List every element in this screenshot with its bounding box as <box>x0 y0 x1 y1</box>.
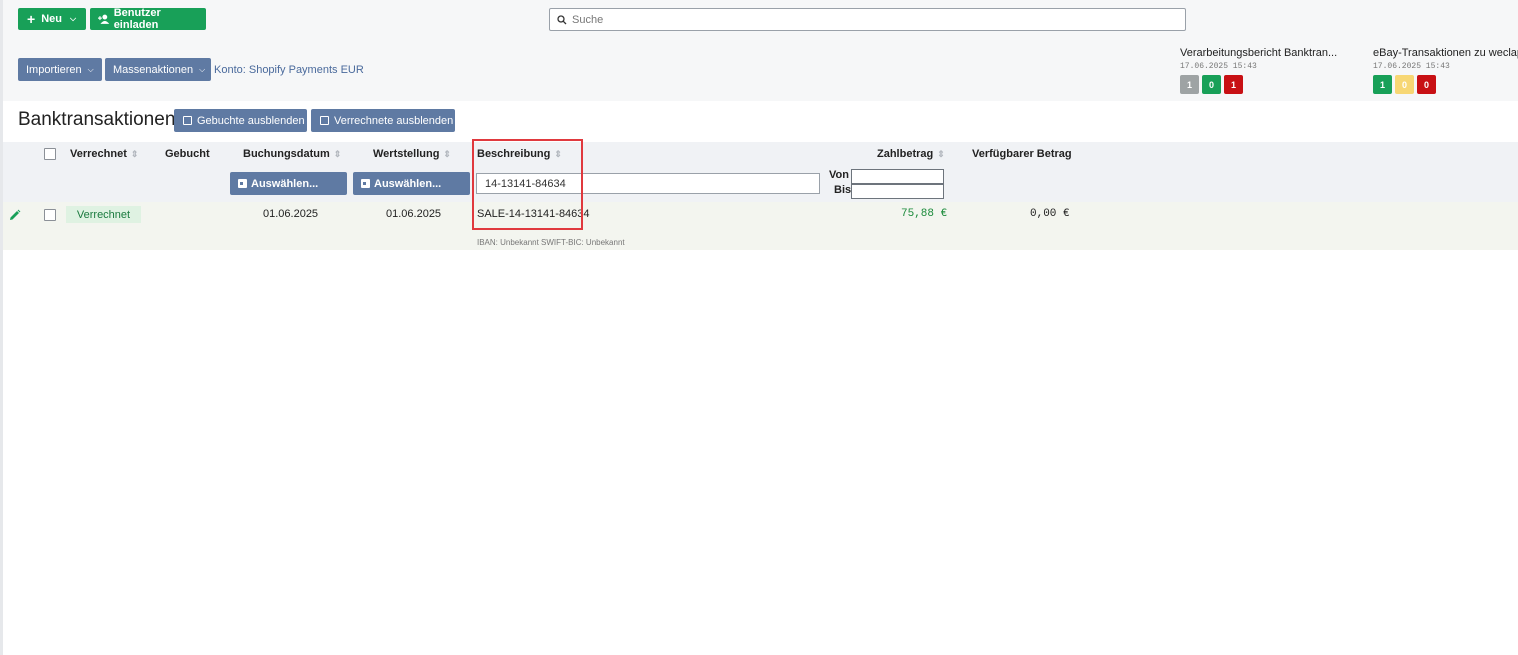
count-badge-success[interactable]: 0 <box>1202 75 1221 94</box>
report-title: eBay-Transaktionen zu weclapp <box>1373 47 1518 59</box>
iban-info: IBAN: Unbekannt SWIFT-BIC: Unbekannt <box>477 238 625 247</box>
sort-icon: ⇕ <box>333 149 342 159</box>
mass-actions-button[interactable]: Massenaktionen ⌵ <box>105 58 211 81</box>
hide-booked-button[interactable]: Gebuchte ausblenden <box>174 109 307 132</box>
count-badge-neutral[interactable]: 1 <box>1180 75 1199 94</box>
amount-to-input[interactable] <box>851 184 944 199</box>
column-label: Gebucht <box>165 148 210 160</box>
count-badge-warning[interactable]: 0 <box>1395 75 1414 94</box>
new-button[interactable]: + Neu ⌵ <box>18 8 86 30</box>
sort-icon: ⇕ <box>554 149 562 159</box>
amount-from-input[interactable] <box>851 169 944 184</box>
calendar-icon <box>238 179 247 188</box>
hide-booked-label: Gebuchte ausblenden <box>197 114 305 127</box>
booking-date-filter-label: Auswählen... <box>251 177 319 190</box>
search-input[interactable] <box>572 13 1172 26</box>
column-header-amount[interactable]: Zahlbetrag ⇕ <box>877 148 945 160</box>
account-label[interactable]: Konto: Shopify Payments EUR <box>214 64 364 76</box>
description-cell: SALE-14-13141-84634 <box>477 208 590 220</box>
add-user-icon <box>98 14 110 24</box>
booking-date-filter-button[interactable]: Auswählen... <box>230 172 347 195</box>
amount-cell: 75,88 € <box>901 208 948 220</box>
status-badge: Verrechnet <box>66 206 141 223</box>
row-select-checkbox[interactable] <box>44 209 56 221</box>
search-icon <box>557 14 567 24</box>
new-button-label: Neu <box>41 13 62 25</box>
report-bank-transactions[interactable]: Verarbeitungsbericht Banktran... 17.06.2… <box>1180 47 1338 94</box>
report-timestamp: 17.06.2025 15:43 <box>1180 62 1257 71</box>
count-badge-error[interactable]: 1 <box>1224 75 1243 94</box>
column-header-booked: Gebucht <box>165 148 210 160</box>
report-title: Verarbeitungsbericht Banktran... <box>1180 47 1338 59</box>
column-label: Verrechnet <box>70 148 127 160</box>
report-timestamp: 17.06.2025 15:43 <box>1373 62 1450 71</box>
value-date-cell: 01.06.2025 <box>386 208 442 220</box>
column-label: Zahlbetrag <box>877 148 934 160</box>
page-title: Banktransaktionen <box>18 109 176 130</box>
import-button-label: Importieren <box>26 63 82 76</box>
hide-settled-button[interactable]: Verrechnete ausblenden <box>311 109 455 132</box>
column-label: Wertstellung <box>373 148 440 160</box>
checkbox-icon <box>320 116 329 125</box>
invite-user-button[interactable]: Benutzer einladen <box>90 7 206 31</box>
import-button[interactable]: Importieren ⌵ <box>18 58 102 81</box>
report-ebay-transactions[interactable]: eBay-Transaktionen zu weclapp 17.06.2025… <box>1373 47 1518 94</box>
checkbox-icon <box>183 116 192 125</box>
column-header-description[interactable]: Beschreibung ⇕ <box>477 148 562 160</box>
select-all-checkbox[interactable] <box>44 148 56 160</box>
column-label: Beschreibung <box>477 148 551 160</box>
sort-icon: ⇕ <box>443 149 451 159</box>
mass-actions-label: Massenaktionen <box>113 63 194 76</box>
column-label: Buchungsdatum <box>243 148 330 160</box>
chevron-down-icon: ⌵ <box>199 64 206 74</box>
amount-to-label: Bis <box>834 184 852 196</box>
sort-icon: ⇕ <box>937 149 945 159</box>
column-header-value-date[interactable]: Wertstellung ⇕ <box>373 148 451 160</box>
count-badge-error[interactable]: 0 <box>1417 75 1436 94</box>
hide-settled-label: Verrechnete ausblenden <box>334 114 454 127</box>
sort-icon: ⇕ <box>130 149 139 159</box>
column-header-available: Verfügbarer Betrag <box>972 148 1072 160</box>
table-row[interactable] <box>3 202 1518 250</box>
value-date-filter-button[interactable]: Auswählen... <box>353 172 470 195</box>
amount-from-label: Von <box>829 169 849 181</box>
booking-date-cell: 01.06.2025 <box>263 208 319 220</box>
description-filter-input[interactable] <box>476 173 820 194</box>
column-header-settled[interactable]: Verrechnet ⇕ <box>70 148 138 160</box>
plus-icon: + <box>27 11 36 27</box>
value-date-filter-label: Auswählen... <box>374 177 442 190</box>
column-header-booking-date[interactable]: Buchungsdatum ⇕ <box>243 148 341 160</box>
count-badge-success[interactable]: 1 <box>1373 75 1392 94</box>
chevron-down-icon: ⌵ <box>87 64 94 74</box>
calendar-icon <box>361 179 370 188</box>
pencil-icon[interactable] <box>9 209 21 221</box>
search-box[interactable] <box>549 8 1186 31</box>
invite-user-label: Benutzer einladen <box>113 7 161 31</box>
available-amount-cell: 0,00 € <box>1030 208 1070 220</box>
chevron-down-icon: ⌵ <box>69 14 77 23</box>
column-label: Verfügbarer Betrag <box>972 148 1072 160</box>
